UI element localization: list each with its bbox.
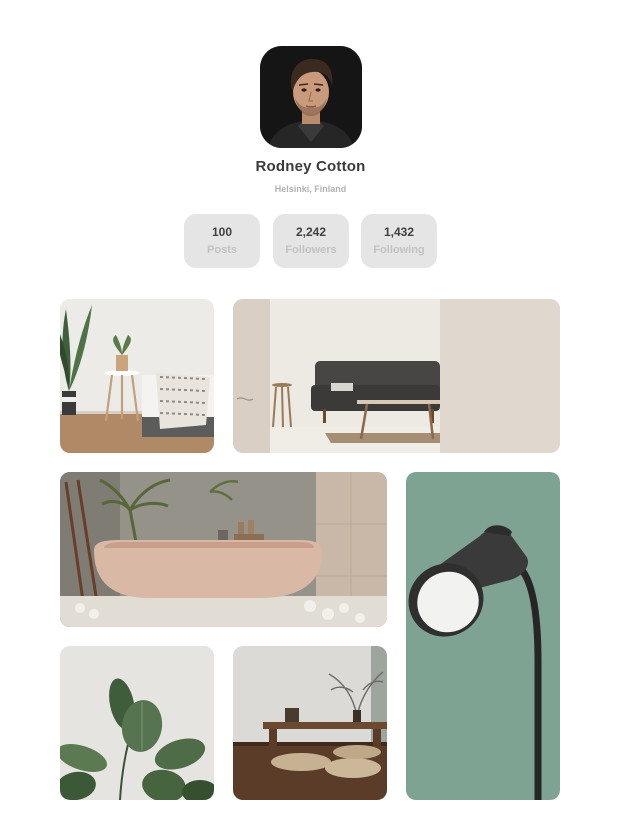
followers-stat-button[interactable]: 2,242 Followers — [273, 214, 349, 268]
low-table-image — [233, 646, 387, 800]
posts-label: Posts — [207, 244, 237, 256]
followers-label: Followers — [285, 244, 337, 256]
living-room-image — [233, 299, 560, 453]
gallery-photo-plant[interactable] — [60, 646, 214, 800]
following-stat-button[interactable]: 1,432 Following — [361, 214, 437, 268]
profile-location: Helsinki, Finland — [274, 184, 347, 194]
gallery-photo-living-room[interactable] — [233, 299, 560, 453]
profile-name: Rodney Cotton — [255, 158, 366, 175]
following-label: Following — [373, 244, 425, 256]
gallery-photo-bedroom[interactable] — [60, 299, 214, 453]
avatar-portrait — [260, 46, 362, 148]
gallery-photo-lamp[interactable] — [406, 472, 560, 800]
posts-count: 100 — [211, 225, 233, 239]
profile-avatar[interactable] — [260, 46, 362, 148]
bathtub-image — [60, 472, 387, 627]
lamp-image — [406, 472, 560, 800]
gallery-photo-low-table[interactable] — [233, 646, 387, 800]
gallery-photo-bathtub[interactable] — [60, 472, 387, 627]
bedroom-image — [60, 299, 214, 453]
followers-count: 2,242 — [295, 225, 327, 239]
posts-stat-button[interactable]: 100 Posts — [184, 214, 260, 268]
plant-image — [60, 646, 214, 800]
following-count: 1,432 — [383, 225, 415, 239]
